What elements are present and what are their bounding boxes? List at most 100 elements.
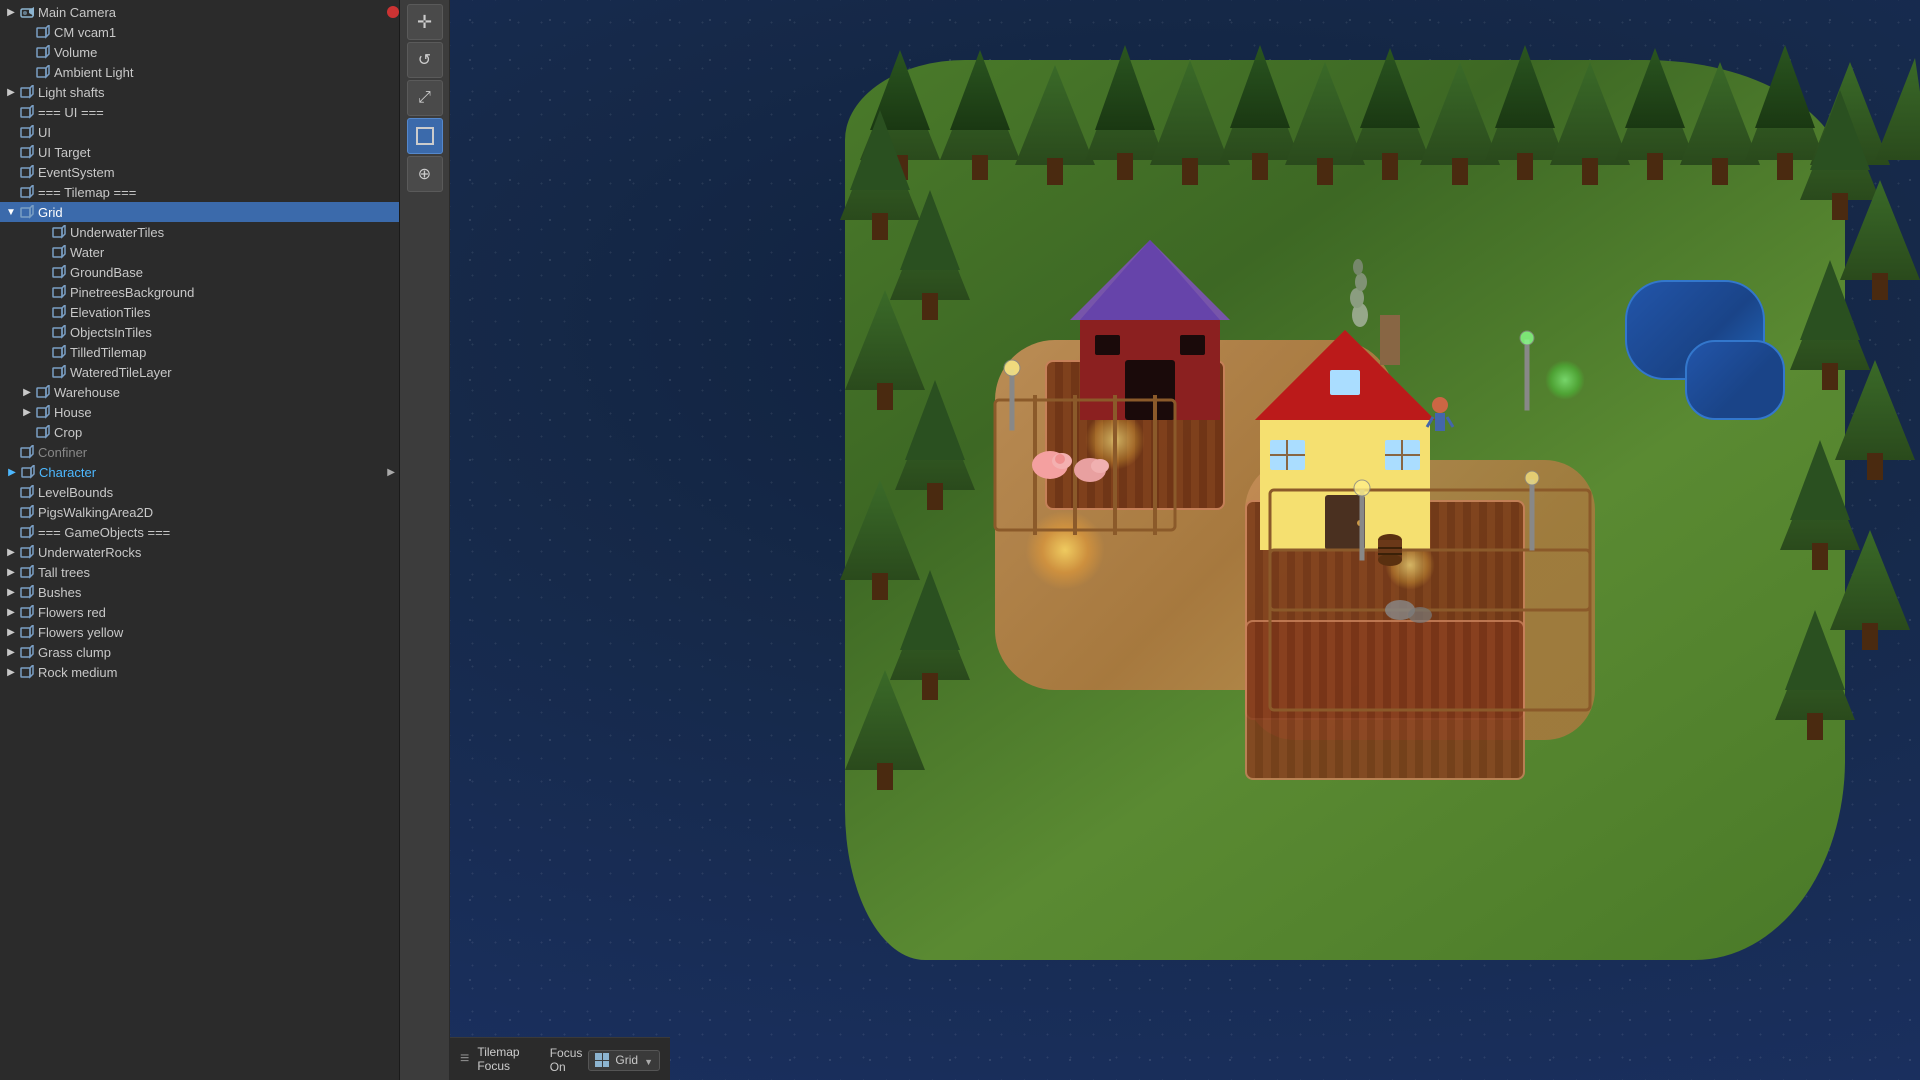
focus-on-label: Focus On — [550, 1046, 583, 1074]
hierarchy-item-ground-base[interactable]: GroundBase — [0, 262, 399, 282]
object-icon — [19, 204, 35, 220]
object-icon — [35, 404, 51, 420]
hierarchy-item-gameobjects-sep[interactable]: === GameObjects === — [0, 522, 399, 542]
object-icon — [19, 604, 35, 620]
hierarchy-item-rock-medium[interactable]: Rock medium — [0, 662, 399, 682]
hierarchy-item-volume[interactable]: Volume — [0, 42, 399, 62]
hierarchy-item-grid[interactable]: Grid — [0, 202, 399, 222]
hierarchy-item-flowers-yellow[interactable]: Flowers yellow — [0, 622, 399, 642]
hierarchy-item-tall-trees[interactable]: Tall trees — [0, 562, 399, 582]
tree-item-label: WateredTileLayer — [70, 365, 399, 380]
hierarchy-item-warehouse[interactable]: Warehouse — [0, 382, 399, 402]
hierarchy-item-ambient-light[interactable]: Ambient Light — [0, 62, 399, 82]
viewport[interactable]: ≡ Tilemap Focus Focus On Grid — [450, 0, 1920, 1080]
hierarchy-item-event-system[interactable]: EventSystem — [0, 162, 399, 182]
hierarchy-item-bushes[interactable]: Bushes — [0, 582, 399, 602]
tilemap-focus-bar: ≡ Tilemap Focus Focus On Grid — [450, 1037, 670, 1080]
object-icon — [35, 424, 51, 440]
hierarchy-item-tilemap-sep[interactable]: === Tilemap === — [0, 182, 399, 202]
tree-item-label: Bushes — [38, 585, 399, 600]
focus-grid-icon — [595, 1053, 609, 1067]
hierarchy-item-main-camera[interactable]: Main Camera — [0, 2, 399, 22]
object-icon — [35, 384, 51, 400]
tree-arrow[interactable] — [4, 467, 20, 478]
hierarchy-item-pigs-walking-area[interactable]: PigsWalkingArea2D — [0, 502, 399, 522]
tree-item-label: UI Target — [38, 145, 399, 160]
tree-arrow[interactable] — [3, 627, 19, 638]
tree-arrow[interactable] — [3, 607, 19, 618]
object-icon — [20, 464, 36, 480]
object-icon — [19, 524, 35, 540]
object-icon — [19, 124, 35, 140]
hierarchy-item-crop[interactable]: Crop — [0, 422, 399, 442]
hierarchy-item-character[interactable]: Character▶ — [0, 462, 399, 482]
tree-item-label: === UI === — [38, 105, 399, 120]
hierarchy-item-objects-in-tiles[interactable]: ObjectsInTiles — [0, 322, 399, 342]
tree-arrow[interactable] — [3, 207, 19, 218]
tree-arrow[interactable] — [19, 407, 35, 418]
tree-item-label: Tall trees — [38, 565, 399, 580]
hierarchy-item-water[interactable]: Water — [0, 242, 399, 262]
tree-item-label: Warehouse — [54, 385, 399, 400]
tree-item-label: LevelBounds — [38, 485, 399, 500]
hierarchy-item-house[interactable]: House — [0, 402, 399, 422]
object-icon — [19, 184, 35, 200]
hierarchy-item-pinetrees-bg[interactable]: PinetreesBackground — [0, 282, 399, 302]
tree-arrow[interactable] — [3, 7, 19, 18]
right-expand-arrow[interactable]: ▶ — [387, 467, 395, 478]
scale-tool-button[interactable]: ⤢ — [407, 80, 443, 116]
custom-tool-button[interactable]: ⊕ — [407, 156, 443, 192]
hierarchy-item-confiner[interactable]: Confiner — [0, 442, 399, 462]
object-icon — [51, 324, 67, 340]
tree-item-label: CM vcam1 — [54, 25, 399, 40]
hierarchy-item-flowers-red[interactable]: Flowers red — [0, 602, 399, 622]
tree-item-label: Flowers red — [38, 605, 399, 620]
object-icon — [19, 564, 35, 580]
object-icon — [19, 584, 35, 600]
tree-item-label: Volume — [54, 45, 399, 60]
move-tool-button[interactable]: ✛ — [407, 4, 443, 40]
hierarchy-item-watered-tile-layer[interactable]: WateredTileLayer — [0, 362, 399, 382]
hierarchy-item-ui-sep[interactable]: === UI === — [0, 102, 399, 122]
tree-item-label: === GameObjects === — [38, 525, 399, 540]
tree-arrow[interactable] — [19, 387, 35, 398]
hierarchy-item-cm-vcam1[interactable]: CM vcam1 — [0, 22, 399, 42]
object-icon — [51, 224, 67, 240]
hierarchy-item-underwater-rocks[interactable]: UnderwaterRocks — [0, 542, 399, 562]
tree-item-label: Main Camera — [38, 5, 383, 20]
focus-dropdown[interactable]: Grid — [588, 1050, 660, 1071]
tree-item-label: UnderwaterRocks — [38, 545, 399, 560]
object-icon — [19, 164, 35, 180]
hierarchy-panel: Main Camera CM vcam1 Volume Ambient Ligh… — [0, 0, 400, 1080]
tree-arrow[interactable] — [3, 647, 19, 658]
tree-arrow[interactable] — [3, 547, 19, 558]
tree-item-label: Grass clump — [38, 645, 399, 660]
hierarchy-item-ui-target[interactable]: UI Target — [0, 142, 399, 162]
tree-item-label: Light shafts — [38, 85, 399, 100]
object-icon — [35, 24, 51, 40]
tree-item-label: ObjectsInTiles — [70, 325, 399, 340]
tree-arrow[interactable] — [3, 567, 19, 578]
tilemap-focus-icon: ≡ — [460, 1050, 469, 1068]
rect-tool-button[interactable] — [407, 118, 443, 154]
object-icon — [19, 504, 35, 520]
hierarchy-item-underwater-tiles[interactable]: UnderwaterTiles — [0, 222, 399, 242]
object-icon — [51, 364, 67, 380]
hierarchy-item-tilled-tilemap[interactable]: TilledTilemap — [0, 342, 399, 362]
rotate-tool-button[interactable]: ↺ — [407, 42, 443, 78]
hierarchy-item-ui[interactable]: UI — [0, 122, 399, 142]
object-icon — [19, 444, 35, 460]
tree-arrow[interactable] — [3, 667, 19, 678]
tree-item-label: UI — [38, 125, 399, 140]
hierarchy-item-light-shafts[interactable]: Light shafts — [0, 82, 399, 102]
hierarchy-item-level-bounds[interactable]: LevelBounds — [0, 482, 399, 502]
hierarchy-item-elevation-tiles[interactable]: ElevationTiles — [0, 302, 399, 322]
tree-item-label: House — [54, 405, 399, 420]
tree-item-label: TilledTilemap — [70, 345, 399, 360]
hierarchy-list[interactable]: Main Camera CM vcam1 Volume Ambient Ligh… — [0, 0, 399, 1080]
tree-arrow[interactable] — [3, 587, 19, 598]
object-icon — [19, 144, 35, 160]
object-icon — [19, 484, 35, 500]
hierarchy-item-grass-clump[interactable]: Grass clump — [0, 642, 399, 662]
tree-arrow[interactable] — [3, 87, 19, 98]
